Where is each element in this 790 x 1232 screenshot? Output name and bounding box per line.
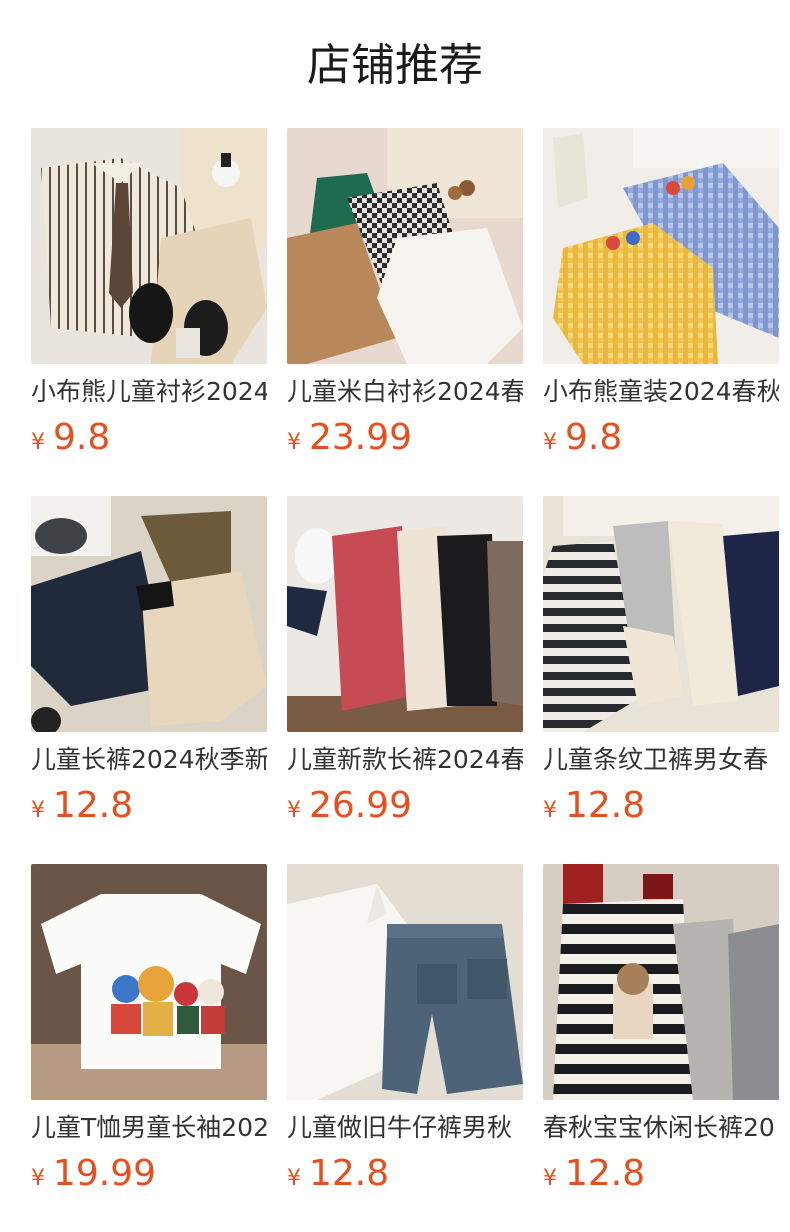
product-name[interactable]: 儿童T恤男童长袖202: [31, 1112, 267, 1144]
price-row: ¥ 12.8: [543, 784, 645, 828]
product-price: 26.99: [309, 785, 413, 826]
price-row: ¥ 9.8: [31, 416, 110, 460]
product-card[interactable]: 儿童条纹卫裤男女春 ¥ 12.8: [543, 496, 779, 864]
product-image[interactable]: [287, 496, 523, 732]
currency-symbol: ¥: [287, 798, 301, 823]
product-price: 19.99: [53, 1153, 157, 1194]
product-image[interactable]: [287, 864, 523, 1100]
currency-symbol: ¥: [287, 430, 301, 455]
product-card[interactable]: 春秋宝宝休闲长裤20 ¥ 12.8: [543, 864, 779, 1232]
price-row: ¥ 23.99: [287, 416, 412, 460]
product-image[interactable]: [287, 128, 523, 364]
product-photo-sweatpants: [543, 496, 779, 732]
product-price: 9.8: [53, 417, 111, 458]
currency-symbol: ¥: [31, 1166, 45, 1191]
product-photo-gingham-shirts: [543, 128, 779, 364]
product-photo-striped-shirt-tie: [31, 128, 267, 364]
product-price: 12.8: [309, 1153, 390, 1194]
product-price: 9.8: [565, 417, 623, 458]
product-name[interactable]: 儿童新款长裤2024春: [287, 744, 523, 776]
product-price: 12.8: [53, 785, 134, 826]
product-name[interactable]: 小布熊儿童衬衫2024: [31, 376, 267, 408]
product-image[interactable]: [543, 864, 779, 1100]
product-image[interactable]: [31, 128, 267, 364]
product-name[interactable]: 小布熊童装2024春秋: [543, 376, 779, 408]
price-row: ¥ 12.8: [287, 1152, 389, 1196]
product-card[interactable]: 儿童做旧牛仔裤男秋 ¥ 12.8: [287, 864, 523, 1232]
product-grid: 小布熊儿童衬衫2024 ¥ 9.8 儿童米白衬衫2024春 ¥ 23.99 小布…: [31, 128, 779, 1232]
product-price: 12.8: [565, 785, 646, 826]
product-image[interactable]: [31, 496, 267, 732]
product-photo-colored-pants: [287, 496, 523, 732]
product-card[interactable]: 儿童长裤2024秋季新 ¥ 12.8: [31, 496, 267, 864]
section-title: 店铺推荐: [307, 40, 483, 91]
currency-symbol: ¥: [287, 1166, 301, 1191]
product-image[interactable]: [543, 496, 779, 732]
price-row: ¥ 9.8: [543, 416, 622, 460]
product-price: 23.99: [309, 417, 413, 458]
price-row: ¥ 12.8: [31, 784, 133, 828]
currency-symbol: ¥: [543, 798, 557, 823]
price-row: ¥ 12.8: [543, 1152, 645, 1196]
product-photo-striped-pants: [543, 864, 779, 1100]
product-card[interactable]: 小布熊童装2024春秋 ¥ 9.8: [543, 128, 779, 496]
product-photo-denim-jeans: [287, 864, 523, 1100]
price-row: ¥ 19.99: [31, 1152, 156, 1196]
currency-symbol: ¥: [31, 798, 45, 823]
currency-symbol: ¥: [543, 430, 557, 455]
product-name[interactable]: 儿童条纹卫裤男女春: [543, 744, 779, 776]
product-name[interactable]: 儿童米白衬衫2024春: [287, 376, 523, 408]
product-image[interactable]: [543, 128, 779, 364]
currency-symbol: ¥: [31, 430, 45, 455]
product-name[interactable]: 儿童长裤2024秋季新: [31, 744, 267, 776]
product-name[interactable]: 春秋宝宝休闲长裤20: [543, 1112, 779, 1144]
currency-symbol: ¥: [543, 1166, 557, 1191]
product-price: 12.8: [565, 1153, 646, 1194]
price-row: ¥ 26.99: [287, 784, 412, 828]
product-name[interactable]: 儿童做旧牛仔裤男秋: [287, 1112, 523, 1144]
product-card[interactable]: 儿童T恤男童长袖202 ¥ 19.99: [31, 864, 267, 1232]
product-card[interactable]: 儿童新款长裤2024春 ¥ 26.99: [287, 496, 523, 864]
product-image[interactable]: [31, 864, 267, 1100]
product-photo-bear-tshirt: [31, 864, 267, 1100]
product-card[interactable]: 儿童米白衬衫2024春 ¥ 23.99: [287, 128, 523, 496]
product-card[interactable]: 小布熊儿童衬衫2024 ¥ 9.8: [31, 128, 267, 496]
product-photo-cargo-pants: [31, 496, 267, 732]
product-photo-shirts-plaid: [287, 128, 523, 364]
